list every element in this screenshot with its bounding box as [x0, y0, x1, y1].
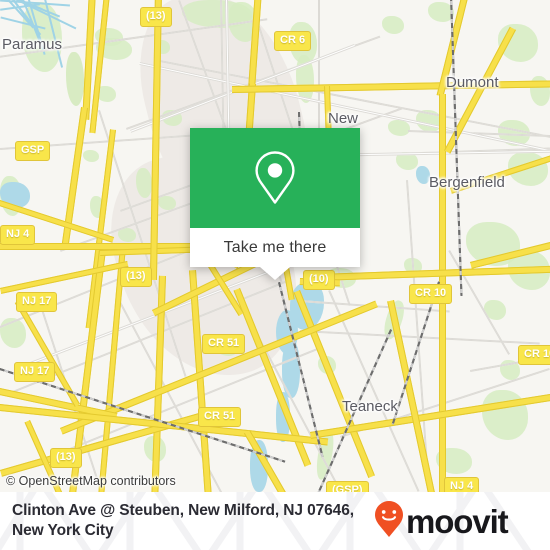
map-pin-icon: [252, 149, 298, 207]
highway-shield: NJ 17: [14, 362, 56, 382]
moovit-station-card: Paramus Dumont New Bergenfield Teaneck (13) C…: [0, 0, 550, 550]
moovit-smiley-pin-icon: [374, 500, 404, 543]
highway-shield: NJ 4: [0, 225, 36, 245]
highway-shield: CR 6: [274, 31, 312, 51]
moovit-brand[interactable]: moovit: [374, 500, 509, 543]
highway-shield: NJ 4: [444, 477, 480, 492]
osm-attribution[interactable]: © OpenStreetMap contributors: [6, 474, 176, 488]
callout-header: [190, 128, 360, 228]
station-callout-card[interactable]: Take me there: [190, 128, 360, 280]
page-footer: Clinton Ave @ Steuben, New Milford, NJ 0…: [0, 492, 550, 550]
highway-shield: GSP: [15, 141, 51, 161]
callout-action-bar[interactable]: Take me there: [190, 228, 360, 267]
take-me-there-label: Take me there: [223, 238, 327, 256]
highway-shield: CR 10: [409, 284, 453, 304]
highway-shield: (13): [120, 267, 152, 287]
highway-shield: CR 51: [198, 407, 242, 427]
highway-shield: (GSP): [326, 481, 369, 492]
moovit-wordmark: moovit: [406, 502, 509, 540]
highway-shield: NJ 17: [16, 292, 58, 312]
highway-shield: (13): [140, 7, 172, 27]
highway-shield: (13): [50, 448, 82, 468]
highway-shield: CR 51: [202, 334, 246, 354]
station-title: Clinton Ave @ Steuben, New Milford, NJ 0…: [12, 502, 354, 539]
highway-shield: CR 10: [518, 345, 550, 365]
callout-pointer: [260, 267, 290, 280]
